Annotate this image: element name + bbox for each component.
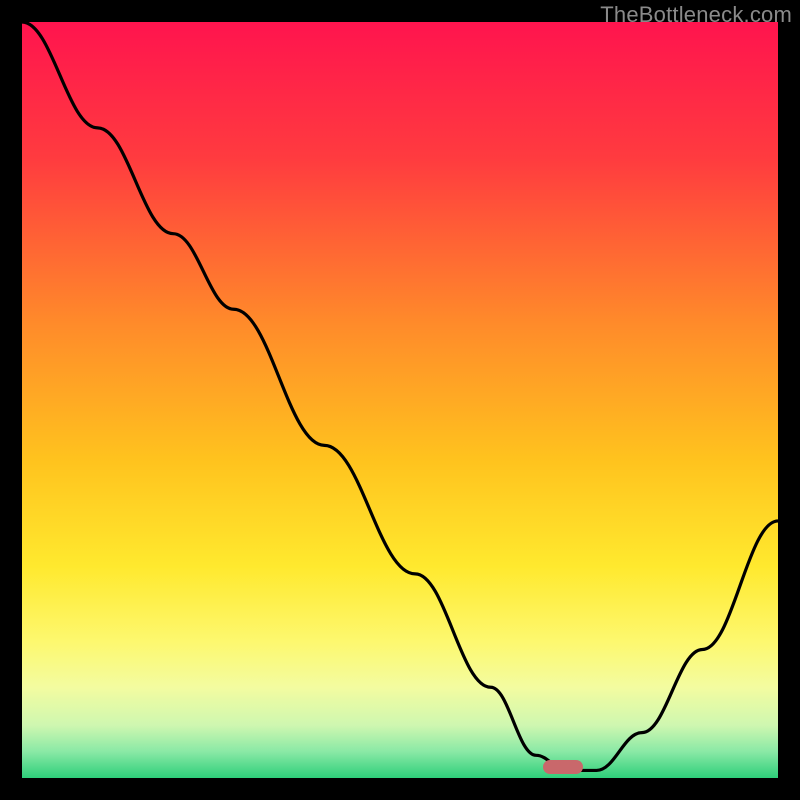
bottleneck-curve bbox=[22, 22, 778, 778]
optimal-marker bbox=[543, 760, 583, 774]
watermark-text: TheBottleneck.com bbox=[600, 2, 792, 28]
chart-frame: TheBottleneck.com bbox=[0, 0, 800, 800]
plot-area bbox=[22, 22, 778, 778]
